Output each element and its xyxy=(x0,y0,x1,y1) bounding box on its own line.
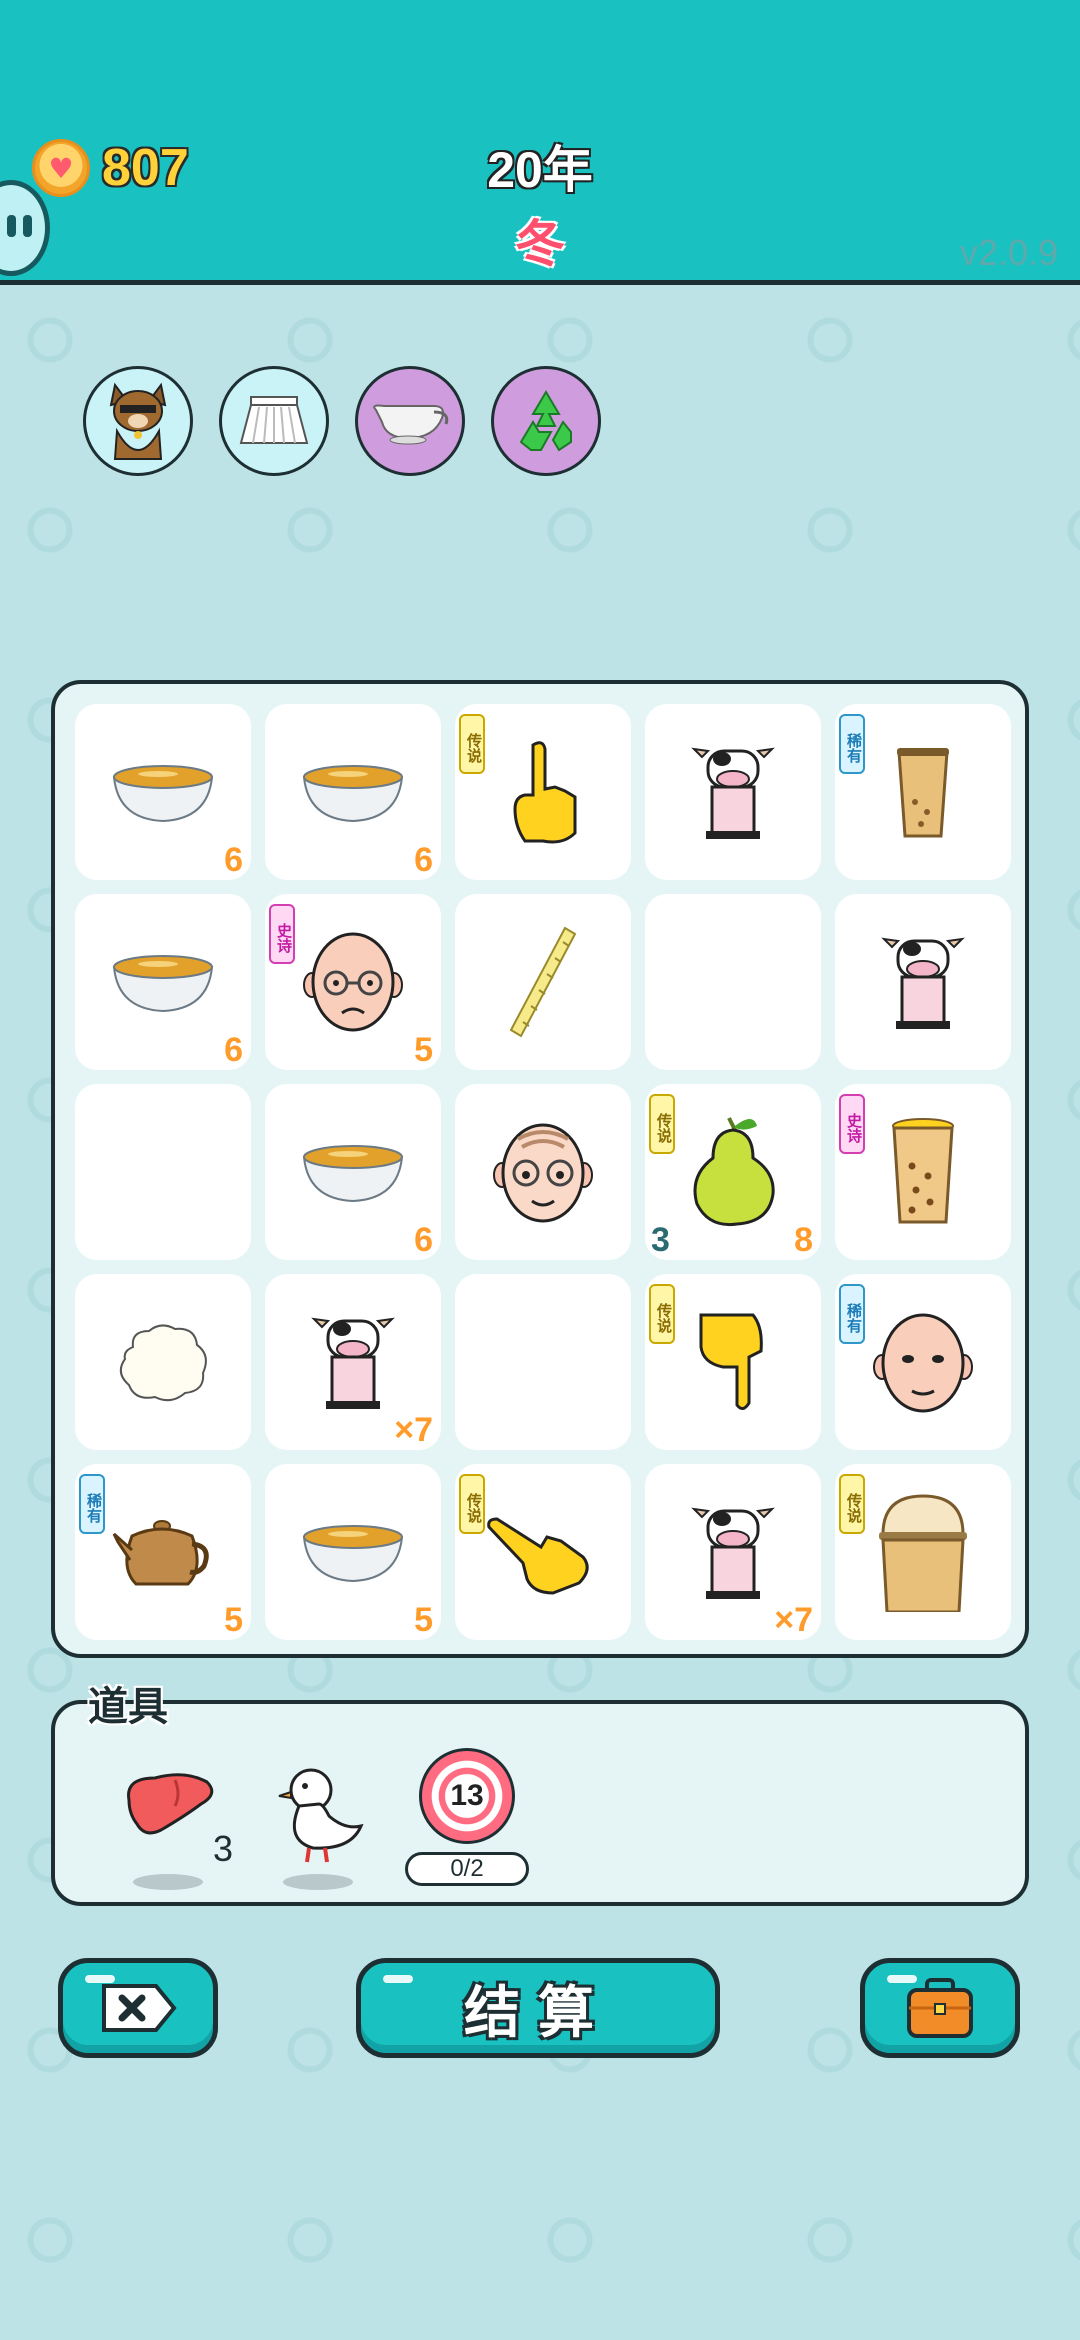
board-cell[interactable] xyxy=(75,1084,251,1260)
settle-button[interactable]: 结算 xyxy=(356,1958,720,2058)
board-cell[interactable]: ×7 xyxy=(645,1464,821,1640)
board-cell[interactable]: 稀有 xyxy=(835,704,1011,880)
cow-icon xyxy=(645,704,821,880)
cell-count: 3 xyxy=(651,1221,670,1259)
board-cell[interactable]: 传说 8 3 xyxy=(645,1084,821,1260)
board-cell[interactable]: 稀有 xyxy=(835,1274,1011,1450)
items-panel: 3 13 0/2 xyxy=(51,1700,1029,1906)
cell-value: 6 xyxy=(414,841,433,879)
board-cell[interactable] xyxy=(645,704,821,880)
liver-count: 3 xyxy=(213,1828,234,1869)
cell-value: ×7 xyxy=(394,1411,433,1449)
board-cell[interactable]: 5 xyxy=(265,1464,441,1640)
cell-value: 5 xyxy=(414,1031,433,1069)
board-cell[interactable]: 6 xyxy=(265,704,441,880)
rarity-badge: 传说 xyxy=(459,1474,485,1534)
cell-value: 5 xyxy=(224,1601,243,1639)
recycle-icon[interactable] xyxy=(491,366,601,476)
year-label: 20年 xyxy=(487,142,593,198)
item-shadow xyxy=(133,1874,203,1890)
rarity-badge: 稀有 xyxy=(79,1474,105,1534)
rarity-badge: 传说 xyxy=(649,1094,675,1154)
rarity-badge: 传说 xyxy=(649,1284,675,1344)
cell-value: 8 xyxy=(794,1221,813,1259)
briefcase-icon xyxy=(907,1978,973,2038)
board-cell[interactable]: 传说 xyxy=(835,1464,1011,1640)
exit-icon xyxy=(102,1984,177,2032)
rarity-badge: 传说 xyxy=(839,1474,865,1534)
bag-button[interactable] xyxy=(860,1958,1020,2058)
item-shadow xyxy=(283,1874,353,1890)
liver-item[interactable] xyxy=(115,1760,225,1890)
old-man-icon xyxy=(455,1084,631,1260)
rarity-badge: 传说 xyxy=(459,714,485,774)
board-cell[interactable]: 传说 xyxy=(455,1464,631,1640)
target-progress: 0/2 xyxy=(405,1852,529,1886)
rarity-badge: 史诗 xyxy=(269,904,295,964)
board-cell[interactable]: 6 xyxy=(75,894,251,1070)
board-cell[interactable] xyxy=(455,1274,631,1450)
gravy-boat-icon[interactable] xyxy=(355,366,465,476)
board-cell[interactable] xyxy=(835,894,1011,1070)
cotton-icon xyxy=(75,1274,251,1450)
board-cell[interactable] xyxy=(645,894,821,1070)
status-effects xyxy=(83,366,601,476)
board-cell[interactable]: 6 xyxy=(265,1084,441,1260)
cell-value: 6 xyxy=(224,1031,243,1069)
exit-button[interactable] xyxy=(58,1958,218,2058)
board-cell[interactable]: 史诗 5 xyxy=(265,894,441,1070)
target-counter[interactable]: 13 xyxy=(419,1748,515,1844)
rarity-badge: 稀有 xyxy=(839,714,865,774)
cat-icon[interactable] xyxy=(83,366,193,476)
board-cell[interactable]: 传说 xyxy=(455,704,631,880)
goose-icon xyxy=(278,1768,364,1863)
liver-icon xyxy=(127,1773,214,1835)
header-bar: ♥ 807 20年 冬 v2.0.9 xyxy=(0,0,1080,285)
board-cell[interactable] xyxy=(75,1274,251,1450)
cell-value: 6 xyxy=(414,1221,433,1259)
version-label: v2.0.9 xyxy=(959,232,1058,273)
goose-item[interactable] xyxy=(265,1760,375,1890)
board-cell[interactable]: ×7 xyxy=(265,1274,441,1450)
board-cell[interactable]: 6 xyxy=(75,704,251,880)
board-cell[interactable]: 传说 xyxy=(645,1274,821,1450)
straw-icon xyxy=(455,894,631,1070)
cow-icon xyxy=(835,894,1011,1070)
season-label: 冬 xyxy=(515,216,565,272)
board-cell[interactable] xyxy=(455,894,631,1070)
board-cell[interactable]: 史诗 xyxy=(835,1084,1011,1260)
game-board: 6 6 传说 稀有 6 史诗 5 6 传说 8 3 史诗 ×7 传说 稀有 稀有 5 5 传说 ×7 传说 xyxy=(51,680,1029,1658)
skirt-icon[interactable] xyxy=(219,366,329,476)
board-cell[interactable]: 稀有 5 xyxy=(75,1464,251,1640)
rarity-badge: 史诗 xyxy=(839,1094,865,1154)
items-label: 道具 xyxy=(88,1685,168,1729)
cell-value: 6 xyxy=(224,841,243,879)
cell-value: 5 xyxy=(414,1601,433,1639)
board-cell[interactable] xyxy=(455,1084,631,1260)
cell-value: ×7 xyxy=(774,1601,813,1639)
rarity-badge: 稀有 xyxy=(839,1284,865,1344)
